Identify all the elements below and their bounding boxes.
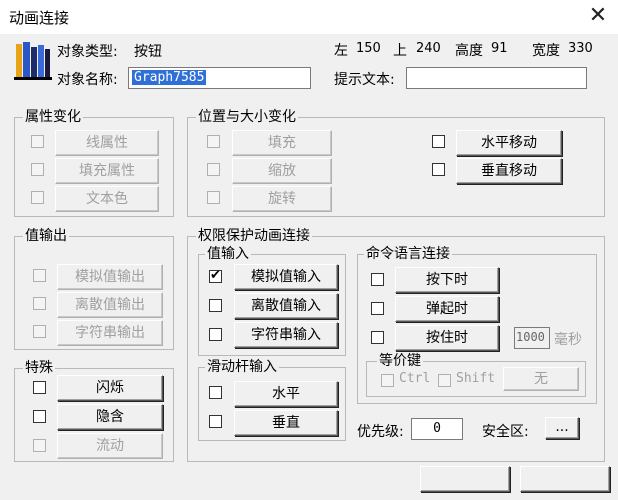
height-label: 高度 xyxy=(455,43,483,59)
tooltip-label: 提示文本: xyxy=(334,72,395,88)
security-area-button[interactable]: ... xyxy=(545,417,579,439)
title-bar: 动画连接 ✕ xyxy=(0,0,618,34)
shift-label: Shift xyxy=(456,371,496,386)
top-value: 240 xyxy=(416,41,441,56)
analog-input-checkbox[interactable]: ✔ xyxy=(209,268,222,283)
object-name-label: 对象名称: xyxy=(57,72,118,88)
discrete-input-checkbox[interactable] xyxy=(209,299,222,312)
priority-label: 优先级: xyxy=(357,424,404,440)
flow-checkbox[interactable] xyxy=(33,439,46,452)
width-value: 330 xyxy=(568,41,593,56)
hold-interval-unit: 毫秒 xyxy=(554,332,582,348)
ctrl-checkbox[interactable] xyxy=(381,374,394,387)
close-icon[interactable]: ✕ xyxy=(582,2,614,30)
object-name-value: Graph7585 xyxy=(132,70,207,85)
animation-link-dialog: 动画连接 ✕ 对象类型: 按钮 左 150 上 240 高度 91 宽度 330… xyxy=(0,0,618,500)
rotate-checkbox[interactable] xyxy=(207,191,220,204)
object-type-value: 按钮 xyxy=(134,44,162,60)
vertical-slider-button[interactable]: 垂直 xyxy=(234,410,338,436)
books-icon xyxy=(14,42,52,80)
vertical-slider-checkbox[interactable] xyxy=(209,415,222,428)
analog-output-checkbox[interactable] xyxy=(33,269,46,282)
string-input-checkbox[interactable] xyxy=(209,328,222,341)
cancel-button[interactable] xyxy=(520,466,610,492)
slider-input-title: 滑动杆输入 xyxy=(205,358,279,376)
fill-attr-button[interactable]: 填充属性 xyxy=(55,158,159,184)
on-press-checkbox[interactable] xyxy=(371,273,384,286)
height-value: 91 xyxy=(491,41,508,56)
protected-animation-title: 权限保护动画连接 xyxy=(196,227,312,245)
horizontal-move-button[interactable]: 水平移动 xyxy=(456,130,562,156)
line-attr-button[interactable]: 线属性 xyxy=(55,130,159,156)
width-label: 宽度 xyxy=(532,43,560,59)
on-release-checkbox[interactable] xyxy=(371,302,384,315)
while-pressed-checkbox[interactable] xyxy=(371,331,384,344)
hold-interval-field[interactable]: 1000 xyxy=(514,327,550,349)
command-language-title: 命令语言连接 xyxy=(364,245,452,263)
slider-input-group: 滑动杆输入 水平 垂直 xyxy=(198,358,346,441)
horizontal-move-checkbox[interactable] xyxy=(432,135,445,148)
object-type-label: 对象类型: xyxy=(57,44,118,60)
special-title: 特殊 xyxy=(23,359,55,377)
analog-input-button[interactable]: 模拟值输入 xyxy=(234,264,338,290)
discrete-input-button[interactable]: 离散值输入 xyxy=(234,293,338,319)
window-title: 动画连接 xyxy=(9,9,70,27)
top-label: 上 xyxy=(393,43,407,59)
hide-checkbox[interactable] xyxy=(33,410,46,423)
horizontal-slider-checkbox[interactable] xyxy=(209,386,222,399)
left-label: 左 xyxy=(334,43,348,59)
value-output-group: 值输出 模拟值输出 离散值输出 字符串输出 xyxy=(14,227,174,350)
ctrl-label: Ctrl xyxy=(399,371,431,386)
hotkey-group: 等价键 Ctrl Shift 无 xyxy=(366,352,586,397)
text-color-button[interactable]: 文本色 xyxy=(55,186,159,212)
on-press-button[interactable]: 按下时 xyxy=(395,267,499,293)
text-color-checkbox[interactable] xyxy=(31,191,44,204)
position-size-title: 位置与大小变化 xyxy=(196,108,298,126)
fill-checkbox[interactable] xyxy=(207,135,220,148)
discrete-output-button[interactable]: 离散值输出 xyxy=(57,292,163,318)
line-attr-checkbox[interactable] xyxy=(31,135,44,148)
command-language-group: 命令语言连接 按下时 弹起时 按住时 1000 毫秒 等价键 Ctrl Shif… xyxy=(357,245,597,404)
fill-button[interactable]: 填充 xyxy=(232,130,332,156)
blink-button[interactable]: 闪烁 xyxy=(57,375,163,401)
position-size-group: 位置与大小变化 填充 缩放 旋转 水平移动 垂直移动 xyxy=(187,108,605,217)
discrete-output-checkbox[interactable] xyxy=(33,297,46,310)
priority-field[interactable]: 0 xyxy=(411,418,463,440)
scale-checkbox[interactable] xyxy=(207,163,220,176)
hotkey-title: 等价键 xyxy=(377,352,423,370)
rotate-button[interactable]: 旋转 xyxy=(232,186,332,212)
shift-checkbox[interactable] xyxy=(438,374,451,387)
special-group: 特殊 闪烁 隐含 流动 xyxy=(14,359,174,462)
string-output-button[interactable]: 字符串输出 xyxy=(57,320,163,346)
on-release-button[interactable]: 弹起时 xyxy=(395,296,499,322)
security-label: 安全区: xyxy=(482,424,529,440)
fill-attr-checkbox[interactable] xyxy=(31,163,44,176)
object-name-field[interactable]: Graph7585 xyxy=(128,67,311,89)
flow-button[interactable]: 流动 xyxy=(57,433,163,459)
while-pressed-button[interactable]: 按住时 xyxy=(395,325,499,351)
vertical-move-checkbox[interactable] xyxy=(432,163,445,176)
blink-checkbox[interactable] xyxy=(33,381,46,394)
string-input-button[interactable]: 字符串输入 xyxy=(234,322,338,348)
string-output-checkbox[interactable] xyxy=(33,325,46,338)
hide-button[interactable]: 隐含 xyxy=(57,404,163,430)
ok-button[interactable] xyxy=(420,466,510,492)
horizontal-slider-button[interactable]: 水平 xyxy=(234,381,338,407)
value-input-title: 值输入 xyxy=(205,245,251,263)
hotkey-button[interactable]: 无 xyxy=(503,367,579,391)
attribute-change-group: 属性变化 线属性 填充属性 文本色 xyxy=(14,108,174,217)
analog-output-button[interactable]: 模拟值输出 xyxy=(57,264,163,290)
value-input-group: 值输入 ✔ 模拟值输入 离散值输入 字符串输入 xyxy=(198,245,346,356)
check-icon: ✔ xyxy=(210,268,221,283)
left-value: 150 xyxy=(356,41,381,56)
scale-button[interactable]: 缩放 xyxy=(232,158,332,184)
value-output-title: 值输出 xyxy=(23,227,69,245)
attribute-change-title: 属性变化 xyxy=(23,108,83,126)
vertical-move-button[interactable]: 垂直移动 xyxy=(456,158,562,184)
tooltip-field[interactable] xyxy=(406,67,587,89)
